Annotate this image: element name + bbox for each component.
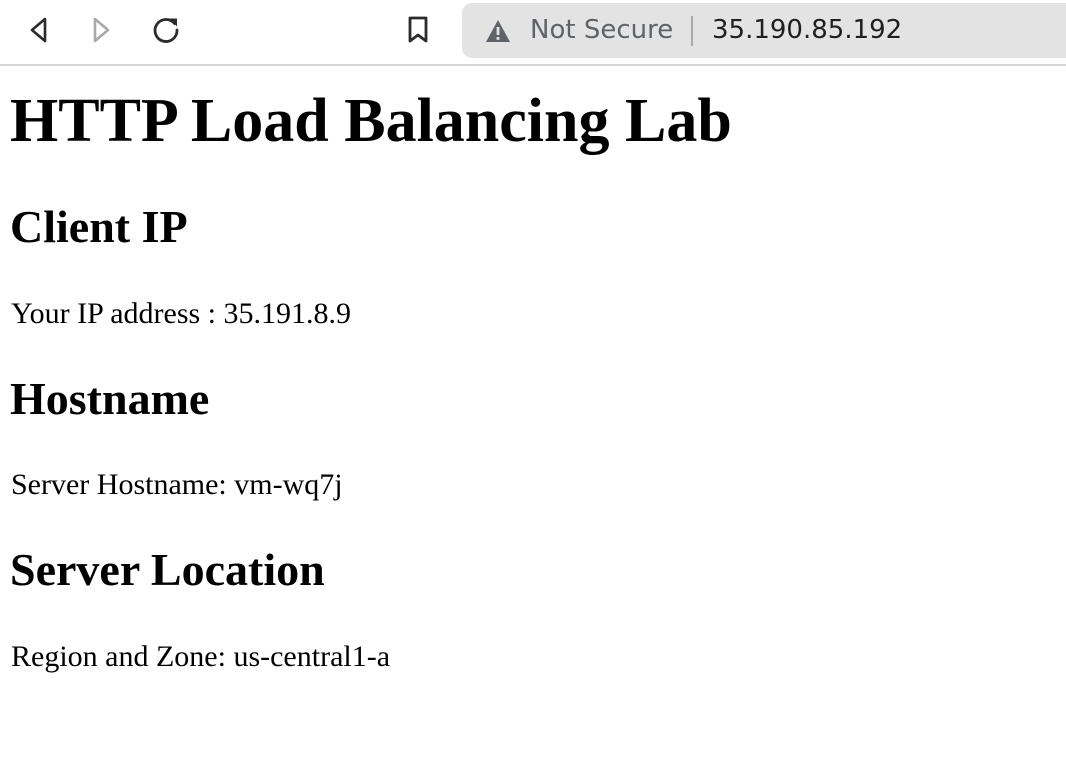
warning-triangle-icon bbox=[486, 20, 510, 42]
forward-button[interactable] bbox=[84, 13, 118, 47]
client-ip-heading: Client IP bbox=[10, 201, 188, 252]
hostname-text: Server Hostname: vm-wq7j bbox=[11, 468, 343, 501]
address-bar-divider bbox=[691, 16, 693, 46]
url-text[interactable]: 35.190.85.192 bbox=[712, 3, 902, 58]
hostname-heading: Hostname bbox=[10, 373, 210, 424]
reload-icon bbox=[153, 18, 179, 43]
server-location-heading: Server Location bbox=[10, 544, 325, 595]
bookmark-button[interactable] bbox=[401, 13, 435, 47]
security-status-label[interactable]: Not Secure bbox=[530, 3, 673, 58]
server-location-text: Region and Zone: us-central1-a bbox=[11, 640, 391, 673]
client-ip-text: Your IP address : 35.191.8.9 bbox=[11, 297, 352, 330]
address-bar[interactable]: Not Secure 35.190.85.192 bbox=[462, 3, 1066, 58]
bookmark-icon bbox=[408, 16, 428, 43]
reload-button[interactable] bbox=[149, 13, 183, 47]
back-button[interactable] bbox=[22, 13, 56, 47]
browser-toolbar: Not Secure 35.190.85.192 bbox=[0, 0, 1066, 66]
chevron-left-icon bbox=[30, 17, 47, 43]
chevron-right-icon bbox=[93, 17, 110, 43]
page-title: HTTP Load Balancing Lab bbox=[10, 87, 732, 155]
